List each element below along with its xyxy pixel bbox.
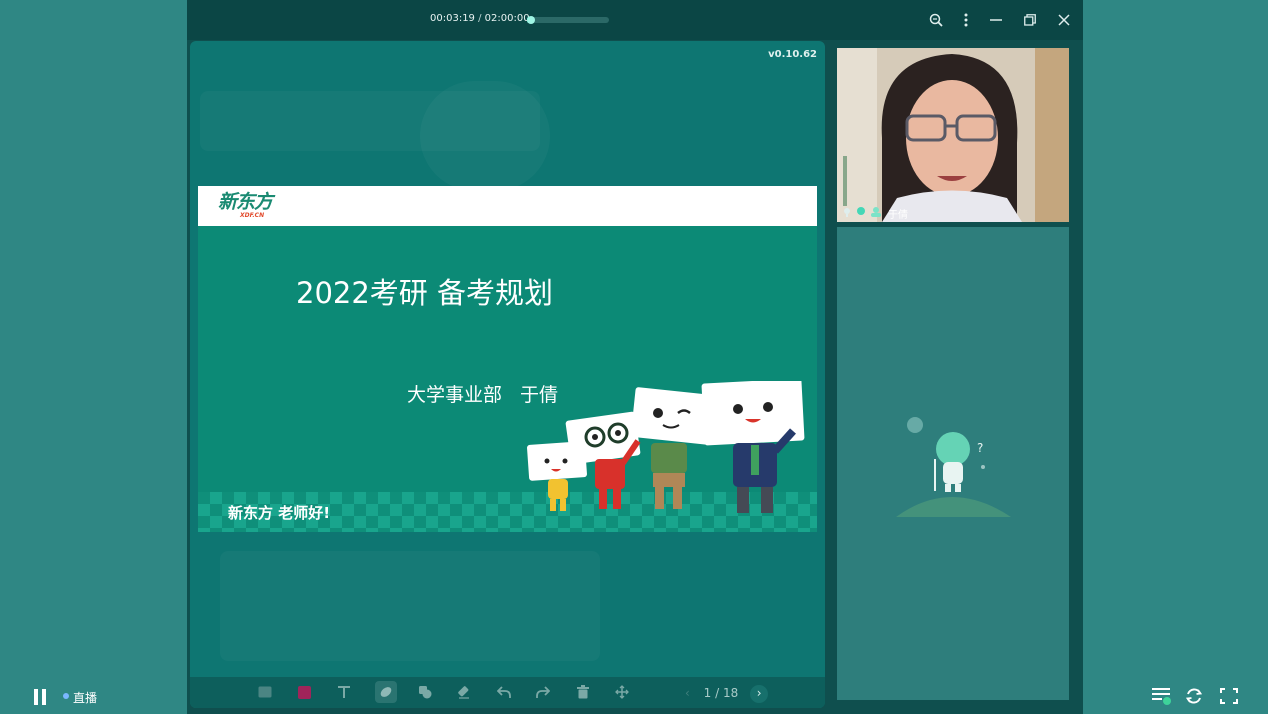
zoom-icon[interactable] — [926, 10, 946, 30]
whiteboard-stage: v0.10.62 新东方 XDF.CN 2022考研 备考规划 大学事业部 于倩… — [190, 41, 825, 708]
live-indicator-dot — [63, 693, 69, 699]
empty-state-illustration: ? — [896, 417, 1011, 517]
logo-brand: 新东方 — [218, 191, 273, 213]
student-panel: ? — [837, 227, 1069, 700]
media-status-icons — [844, 207, 881, 217]
right-backdrop — [1083, 0, 1268, 714]
progress-handle[interactable] — [527, 16, 535, 24]
mascot-tall — [701, 381, 805, 513]
presentation-slide: 新东方 XDF.CN 2022考研 备考规划 大学事业部 于倩 新东方 老师好! — [198, 186, 817, 532]
title-bar: 00:03:19 / 02:00:00 — [187, 0, 1083, 40]
time-separator: / — [478, 13, 482, 24]
fullscreen-icon[interactable] — [1220, 688, 1238, 704]
slide-slogan: 新东方 老师好! — [228, 504, 331, 522]
mascot-glasses — [565, 411, 641, 509]
slide-title: 2022考研 备考规划 — [296, 276, 554, 310]
progress-bar[interactable] — [527, 16, 609, 24]
more-icon[interactable] — [956, 10, 976, 30]
time-total: 02:00:00 — [484, 13, 530, 24]
minimize-icon[interactable] — [986, 10, 1006, 30]
version-label: v0.10.62 — [768, 49, 817, 60]
player-bar — [0, 678, 1268, 714]
slide-header-band: 新东方 XDF.CN — [198, 186, 817, 226]
xdf-logo: 新东方 XDF.CN — [218, 191, 273, 219]
time-current: 00:03:19 — [430, 13, 475, 24]
svg-text:?: ? — [977, 441, 983, 455]
playlist-icon[interactable] — [1152, 687, 1172, 705]
pause-icon[interactable] — [33, 689, 47, 705]
background-shape — [420, 81, 550, 191]
mascot-illustration — [527, 381, 805, 513]
playback-time: 00:03:19 / 02:00:00 — [430, 13, 530, 24]
refresh-icon[interactable] — [1185, 687, 1203, 705]
restore-icon[interactable] — [1020, 10, 1040, 30]
classroom-window: 00:03:19 / 02:00:00 v0.10.62 新东方 XDF.CN … — [187, 0, 1083, 714]
background-shape — [220, 551, 600, 661]
left-backdrop — [0, 0, 187, 714]
teacher-name: 于倩 — [888, 210, 908, 221]
teacher-video-frame — [837, 48, 1069, 222]
close-icon[interactable] — [1054, 10, 1074, 30]
teacher-video[interactable]: 于倩 — [837, 48, 1069, 222]
live-label: 直播 — [73, 691, 98, 705]
logo-domain: XDF.CN — [240, 212, 265, 219]
